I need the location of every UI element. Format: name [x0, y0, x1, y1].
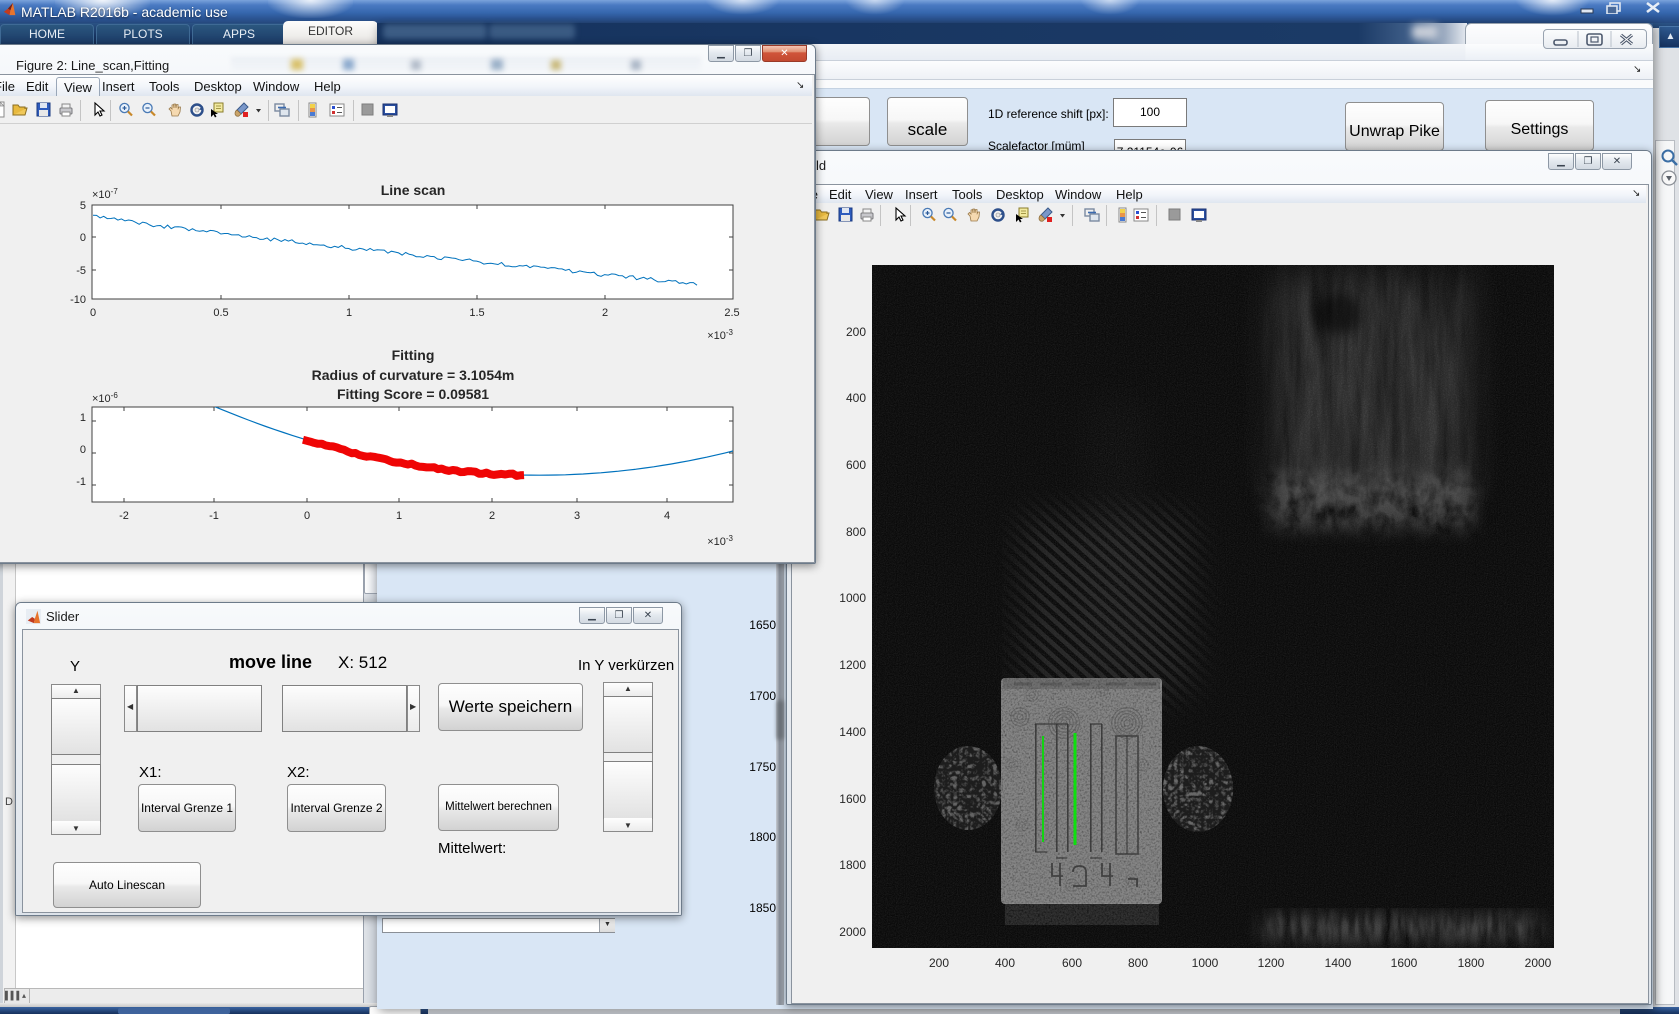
svg-text:-5: -5	[76, 265, 86, 277]
svg-text:200: 200	[846, 325, 866, 339]
svg-text:1: 1	[80, 412, 86, 424]
svg-text:Line scan: Line scan	[381, 182, 446, 198]
svg-text:1: 1	[346, 307, 352, 319]
svg-text:1200: 1200	[1258, 956, 1285, 970]
svg-text:1600: 1600	[839, 792, 866, 806]
svg-text:×10-6: ×10-6	[92, 391, 118, 405]
svg-text:600: 600	[846, 458, 866, 472]
svg-text:2.5: 2.5	[724, 307, 739, 319]
svg-text:1600: 1600	[1391, 956, 1418, 970]
svg-text:0: 0	[304, 510, 310, 522]
svg-text:400: 400	[995, 956, 1015, 970]
svg-text:×10-3: ×10-3	[707, 534, 733, 548]
svg-text:-1: -1	[209, 510, 219, 522]
svg-text:1800: 1800	[839, 858, 866, 872]
svg-text:1: 1	[396, 510, 402, 522]
svg-text:0: 0	[80, 444, 86, 456]
svg-text:2000: 2000	[1525, 956, 1552, 970]
svg-text:1200: 1200	[839, 658, 866, 672]
svg-text:200: 200	[929, 956, 949, 970]
svg-text:1000: 1000	[1192, 956, 1219, 970]
svg-text:-10: -10	[70, 294, 86, 306]
svg-text:2: 2	[602, 307, 608, 319]
svg-text:Radius of curvature = 3.1054m: Radius of curvature = 3.1054m	[312, 367, 515, 383]
svg-text:Fitting: Fitting	[392, 347, 435, 363]
svg-text:1400: 1400	[839, 725, 866, 739]
svg-text:5: 5	[80, 200, 86, 212]
svg-text:1000: 1000	[839, 591, 866, 605]
svg-text:0.5: 0.5	[213, 307, 228, 319]
svg-text:800: 800	[1128, 956, 1148, 970]
svg-text:-1: -1	[76, 476, 86, 488]
svg-text:Fitting Score = 0.09581: Fitting Score = 0.09581	[337, 386, 489, 402]
svg-text:×10-7: ×10-7	[92, 187, 118, 201]
svg-text:3: 3	[574, 510, 580, 522]
svg-text:1400: 1400	[1325, 956, 1352, 970]
svg-text:1.5: 1.5	[469, 307, 484, 319]
svg-text:1800: 1800	[1458, 956, 1485, 970]
svg-text:0: 0	[90, 307, 96, 319]
svg-text:2: 2	[489, 510, 495, 522]
svg-text:2000: 2000	[839, 925, 866, 939]
svg-text:400: 400	[846, 391, 866, 405]
svg-text:×10-3: ×10-3	[707, 328, 733, 342]
svg-text:0: 0	[80, 232, 86, 244]
svg-text:600: 600	[1062, 956, 1082, 970]
svg-text:-2: -2	[119, 510, 129, 522]
svg-text:4: 4	[664, 510, 670, 522]
svg-text:800: 800	[846, 525, 866, 539]
